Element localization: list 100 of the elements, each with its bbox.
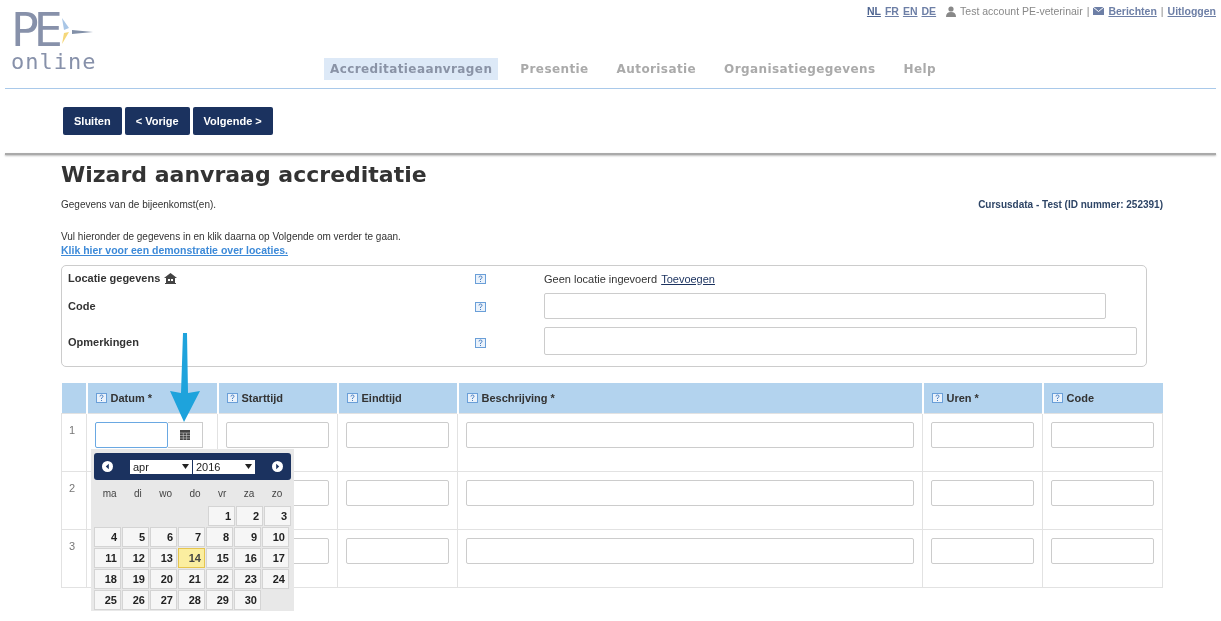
calendar-day[interactable]: 18 xyxy=(94,569,121,589)
page-title: Wizard aanvraag accreditatie xyxy=(61,162,428,187)
calendar-day[interactable]: 10 xyxy=(262,527,289,547)
table-input[interactable] xyxy=(346,422,449,448)
help-icon[interactable] xyxy=(466,393,478,403)
calendar-day[interactable]: 14 xyxy=(178,548,205,568)
user-icon xyxy=(946,5,957,17)
weekday-label: do xyxy=(189,488,201,499)
messages-link[interactable]: Berichten xyxy=(1108,5,1157,17)
calendar-day[interactable]: 6 xyxy=(150,527,177,547)
wizard-button[interactable]: < Vorige xyxy=(124,107,190,135)
table-input[interactable] xyxy=(1051,538,1154,564)
weekday-label: ma xyxy=(102,488,117,499)
calendar-day[interactable]: 17 xyxy=(262,548,289,568)
year-select[interactable]: 2016 xyxy=(193,459,255,474)
column-header: Code xyxy=(1066,392,1094,404)
calendar-day[interactable]: 7 xyxy=(178,527,205,547)
calendar-day[interactable]: 5 xyxy=(122,527,149,547)
wizard-button[interactable]: Volgende > xyxy=(192,107,273,135)
add-link[interactable]: Toevoegen xyxy=(661,273,715,285)
calendar-day[interactable]: 8 xyxy=(206,527,233,547)
table-input[interactable] xyxy=(931,538,1034,564)
demo-link[interactable]: Klik hier voor een demonstratie over locaties. xyxy=(61,244,288,256)
wizard-button[interactable]: Sluiten xyxy=(63,107,122,135)
row-number: 1 xyxy=(69,424,76,436)
calendar-day[interactable]: 9 xyxy=(234,527,261,547)
table-input[interactable] xyxy=(931,422,1034,448)
separator: | xyxy=(1160,5,1164,17)
previous-icon[interactable] xyxy=(102,461,113,472)
table-input[interactable] xyxy=(466,538,914,564)
calendar-day[interactable]: 11 xyxy=(94,548,121,568)
field-label: Code xyxy=(68,300,96,312)
logo-text: online xyxy=(11,52,97,72)
field-label: Locatie gegevens xyxy=(68,272,161,284)
calendar-icon xyxy=(180,430,190,440)
month-select[interactable]: apr xyxy=(130,459,192,474)
calendar-day[interactable]: 26 xyxy=(122,590,149,610)
language-link[interactable]: DE xyxy=(921,5,937,17)
help-icon[interactable] xyxy=(346,393,358,403)
weekday-label: zo xyxy=(271,488,283,499)
language-link[interactable]: FR xyxy=(884,5,899,17)
calendar-day[interactable]: 4 xyxy=(94,527,121,547)
calendar-day[interactable]: 16 xyxy=(234,548,261,568)
logo-text: PE xyxy=(11,8,58,52)
calendar-day[interactable]: 15 xyxy=(206,548,233,568)
language-link[interactable]: NL xyxy=(866,5,881,17)
course-info: Cursusdata - Test (ID nummer: 252391) xyxy=(978,199,1163,210)
separator: | xyxy=(1086,5,1090,17)
calendar-day[interactable]: 3 xyxy=(264,506,291,526)
calendar-day[interactable]: 29 xyxy=(206,590,233,610)
calendar-day[interactable]: 2 xyxy=(236,506,263,526)
weekday-label: di xyxy=(134,488,142,499)
help-icon[interactable] xyxy=(475,274,486,284)
logout-link[interactable]: Uitloggen xyxy=(1167,5,1216,17)
help-icon[interactable] xyxy=(95,393,107,403)
table-input[interactable] xyxy=(1051,480,1154,506)
calendar-button[interactable] xyxy=(168,422,203,448)
table-input[interactable] xyxy=(346,480,449,506)
column-header: Datum * xyxy=(110,392,153,404)
table-input[interactable] xyxy=(466,480,914,506)
remarks-input[interactable] xyxy=(544,327,1137,355)
calendar-day[interactable]: 25 xyxy=(94,590,121,610)
calendar-day[interactable]: 20 xyxy=(150,569,177,589)
table-input[interactable] xyxy=(226,422,329,448)
field-label: Opmerkingen xyxy=(68,336,139,348)
table-input[interactable] xyxy=(346,538,449,564)
weekday-label: vr xyxy=(217,488,227,499)
calendar-day[interactable]: 19 xyxy=(122,569,149,589)
row-number: 2 xyxy=(69,482,76,494)
help-icon[interactable] xyxy=(475,302,486,312)
calendar-day[interactable]: 27 xyxy=(150,590,177,610)
calendar-day[interactable]: 12 xyxy=(122,548,149,568)
help-icon[interactable] xyxy=(931,393,943,403)
calendar-day[interactable]: 28 xyxy=(178,590,205,610)
column-header: Starttijd xyxy=(241,392,284,404)
table-input[interactable] xyxy=(931,480,1034,506)
account-name: Test account PE-veterinair xyxy=(960,5,1083,17)
calendar-day[interactable]: 24 xyxy=(262,569,289,589)
row-number: 3 xyxy=(69,540,76,552)
help-icon[interactable] xyxy=(226,393,238,403)
instruction-text: Vul hieronder de gegevens in en klik daarna op Volgende om verder te gaan. xyxy=(61,231,402,242)
table-input[interactable] xyxy=(466,422,914,448)
column-header: Uren * xyxy=(946,392,979,404)
caret-icon xyxy=(245,464,252,469)
code-input[interactable] xyxy=(544,293,1106,319)
table-input[interactable] xyxy=(1051,422,1154,448)
help-icon[interactable] xyxy=(475,338,486,348)
calendar-day[interactable]: 30 xyxy=(234,590,261,610)
weekday-label: za xyxy=(243,488,255,499)
location-status: Geen locatie ingevoerd xyxy=(544,273,658,285)
language-link[interactable]: EN xyxy=(902,5,918,17)
date-input[interactable] xyxy=(95,422,168,448)
calendar-day[interactable]: 13 xyxy=(150,548,177,568)
next-icon[interactable] xyxy=(272,461,283,472)
help-icon[interactable] xyxy=(1051,393,1063,403)
calendar-day[interactable]: 1 xyxy=(208,506,235,526)
envelope-icon xyxy=(1093,7,1105,15)
calendar-day[interactable]: 23 xyxy=(234,569,261,589)
calendar-day[interactable]: 21 xyxy=(178,569,205,589)
calendar-day[interactable]: 22 xyxy=(206,569,233,589)
